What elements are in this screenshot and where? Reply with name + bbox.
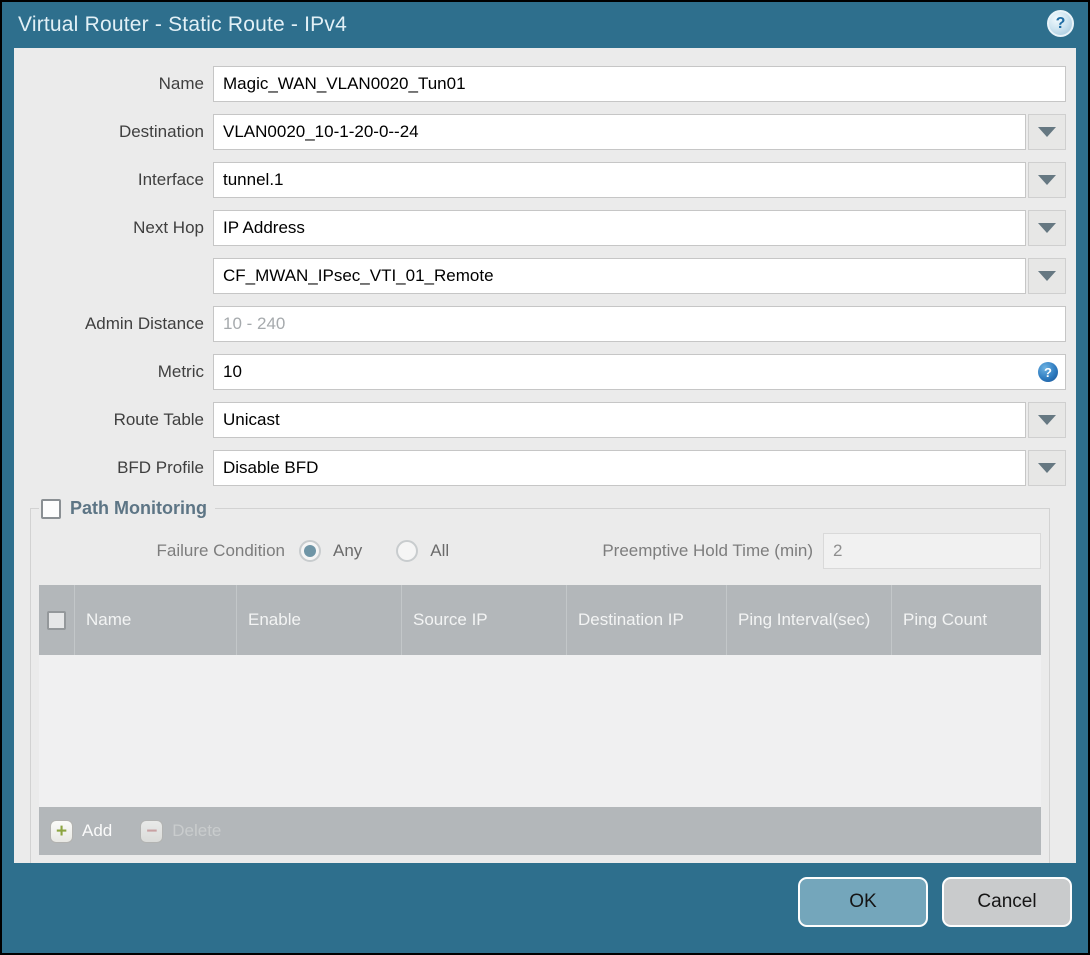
chevron-down-icon — [1038, 463, 1056, 473]
metric-info-icon[interactable]: ? — [1038, 362, 1058, 382]
bfd-profile-label: BFD Profile — [117, 458, 204, 477]
name-row: Name — [14, 66, 1066, 102]
next-hop-address-dropdown-button[interactable] — [1028, 258, 1066, 294]
destination-dropdown-button[interactable] — [1028, 114, 1066, 150]
delete-button[interactable]: − Delete — [140, 819, 222, 843]
preemptive-hold-time-input[interactable] — [823, 533, 1041, 569]
table-toolbar: + Add − Delete — [39, 807, 1041, 855]
help-icon[interactable]: ? — [1047, 10, 1074, 37]
destination-row: Destination — [14, 114, 1066, 150]
path-monitoring-checkbox[interactable] — [41, 498, 61, 519]
interface-row: Interface — [14, 162, 1066, 198]
column-header-ping-count[interactable]: Ping Count — [891, 585, 1041, 655]
all-radio[interactable] — [396, 540, 419, 562]
admin-distance-input[interactable] — [213, 306, 1066, 342]
plus-icon: + — [50, 819, 73, 843]
metric-row: Metric ? — [14, 354, 1066, 390]
any-radio[interactable] — [299, 540, 321, 562]
next-hop-type-dropdown-button[interactable] — [1028, 210, 1066, 246]
name-label: Name — [158, 74, 204, 93]
route-table-row: Route Table — [14, 402, 1066, 438]
add-button-label: Add — [82, 821, 113, 840]
next-hop-row: Next Hop — [14, 210, 1066, 246]
metric-input[interactable] — [213, 354, 1066, 390]
any-radio-label: Any — [333, 541, 363, 560]
chevron-down-icon — [1038, 223, 1056, 233]
add-button[interactable]: + Add — [50, 819, 113, 843]
admin-distance-label: Admin Distance — [84, 314, 204, 333]
column-header-destination-ip[interactable]: Destination IP — [566, 585, 726, 655]
admin-distance-row: Admin Distance — [14, 306, 1066, 342]
path-monitoring-table: Name Enable Source IP Destination IP Pin… — [39, 585, 1041, 855]
failure-condition-label: Failure Condition — [156, 541, 285, 560]
route-table-label: Route Table — [113, 410, 204, 429]
route-table-input[interactable] — [213, 402, 1026, 438]
bfd-profile-dropdown-button[interactable] — [1028, 450, 1066, 486]
destination-label: Destination — [118, 122, 204, 141]
failure-condition-option-any: Any — [299, 540, 362, 562]
interface-dropdown-button[interactable] — [1028, 162, 1066, 198]
path-monitoring-section: Path Monitoring Failure Condition Any Al… — [30, 498, 1050, 863]
cancel-button[interactable]: Cancel — [942, 877, 1072, 927]
all-radio-label: All — [430, 541, 450, 560]
interface-input[interactable] — [213, 162, 1026, 198]
dialog-content: Name Destination Interface Next Hop — [14, 48, 1076, 863]
ok-button[interactable]: OK — [798, 877, 928, 927]
delete-button-label: Delete — [172, 821, 222, 840]
chevron-down-icon — [1038, 127, 1056, 137]
metric-label: Metric — [157, 362, 204, 381]
name-input[interactable] — [213, 66, 1066, 102]
chevron-down-icon — [1038, 175, 1056, 185]
column-header-source-ip[interactable]: Source IP — [401, 585, 566, 655]
column-header-ping-interval[interactable]: Ping Interval(sec) — [726, 585, 891, 655]
path-monitoring-title: Path Monitoring — [70, 498, 207, 518]
bfd-profile-row: BFD Profile — [14, 450, 1066, 486]
dialog-titlebar: Virtual Router - Static Route - IPv4 ? — [2, 2, 1088, 48]
chevron-down-icon — [1038, 415, 1056, 425]
interface-label: Interface — [137, 170, 204, 189]
dialog-footer: OK Cancel — [2, 863, 1088, 953]
bfd-profile-input[interactable] — [213, 450, 1026, 486]
header-select-all-cell — [39, 585, 74, 655]
preemptive-hold-time-label: Preemptive Hold Time (min) — [602, 541, 813, 560]
route-table-dropdown-button[interactable] — [1028, 402, 1066, 438]
column-header-name[interactable]: Name — [74, 585, 236, 655]
destination-input[interactable] — [213, 114, 1026, 150]
table-header: Name Enable Source IP Destination IP Pin… — [39, 585, 1041, 655]
dialog-title: Virtual Router - Static Route - IPv4 — [18, 13, 347, 36]
chevron-down-icon — [1038, 271, 1056, 281]
minus-icon: − — [140, 819, 164, 843]
failure-condition-row: Failure Condition Any All Preemptive Hol… — [39, 533, 1041, 569]
static-route-dialog: Virtual Router - Static Route - IPv4 ? N… — [2, 2, 1088, 953]
next-hop-address-input[interactable] — [213, 258, 1026, 294]
failure-condition-option-all: All — [396, 540, 449, 562]
select-all-checkbox[interactable] — [47, 610, 66, 630]
column-header-enable[interactable]: Enable — [236, 585, 401, 655]
next-hop-label: Next Hop — [133, 218, 204, 237]
next-hop-type-input[interactable] — [213, 210, 1026, 246]
next-hop-address-row — [14, 258, 1066, 294]
table-body-empty — [39, 655, 1041, 807]
path-monitoring-legend: Path Monitoring — [39, 498, 215, 519]
